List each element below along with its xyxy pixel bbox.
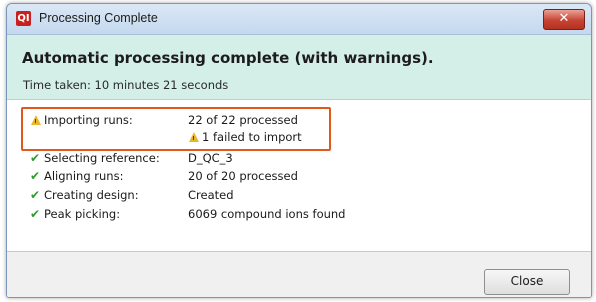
- warning-icon: [30, 114, 43, 127]
- status-heading: Automatic processing complete (with warn…: [22, 49, 434, 67]
- warning-icon: [188, 131, 201, 144]
- window-title: Processing Complete: [39, 11, 158, 25]
- result-value: 6069 compound ions found: [188, 207, 346, 221]
- close-button[interactable]: Close: [484, 269, 570, 295]
- result-label: Aligning runs:: [44, 169, 124, 183]
- window-close-button[interactable]: ✕: [543, 9, 585, 30]
- dialog-footer: Close: [7, 252, 591, 297]
- result-label: Peak picking:: [44, 207, 121, 221]
- app-logo-icon: QI: [16, 11, 31, 26]
- checkmark-icon: ✔: [30, 169, 41, 183]
- result-value: D_QC_3: [188, 151, 233, 165]
- dialog-window: QI Processing Complete ✕ Automatic proce…: [6, 3, 592, 298]
- result-value: Created: [188, 188, 234, 202]
- checkmark-icon: ✔: [30, 188, 41, 202]
- import-warning-text: 1 failed to import: [202, 130, 302, 144]
- result-value: 22 of 22 processed: [188, 113, 298, 127]
- title-bar: QI Processing Complete ✕: [7, 4, 591, 35]
- result-value: 20 of 20 processed: [188, 169, 298, 183]
- checkmark-icon: ✔: [30, 151, 41, 165]
- results-panel: Importing runs: 22 of 22 processed 1 fai…: [7, 100, 591, 252]
- summary-header: Automatic processing complete (with warn…: [7, 35, 591, 100]
- checkmark-icon: ✔: [30, 207, 41, 221]
- time-taken-text: Time taken: 10 minutes 21 seconds: [23, 78, 229, 92]
- result-label: Importing runs:: [44, 113, 133, 127]
- result-label: Selecting reference:: [44, 151, 160, 165]
- result-label: Creating design:: [44, 188, 139, 202]
